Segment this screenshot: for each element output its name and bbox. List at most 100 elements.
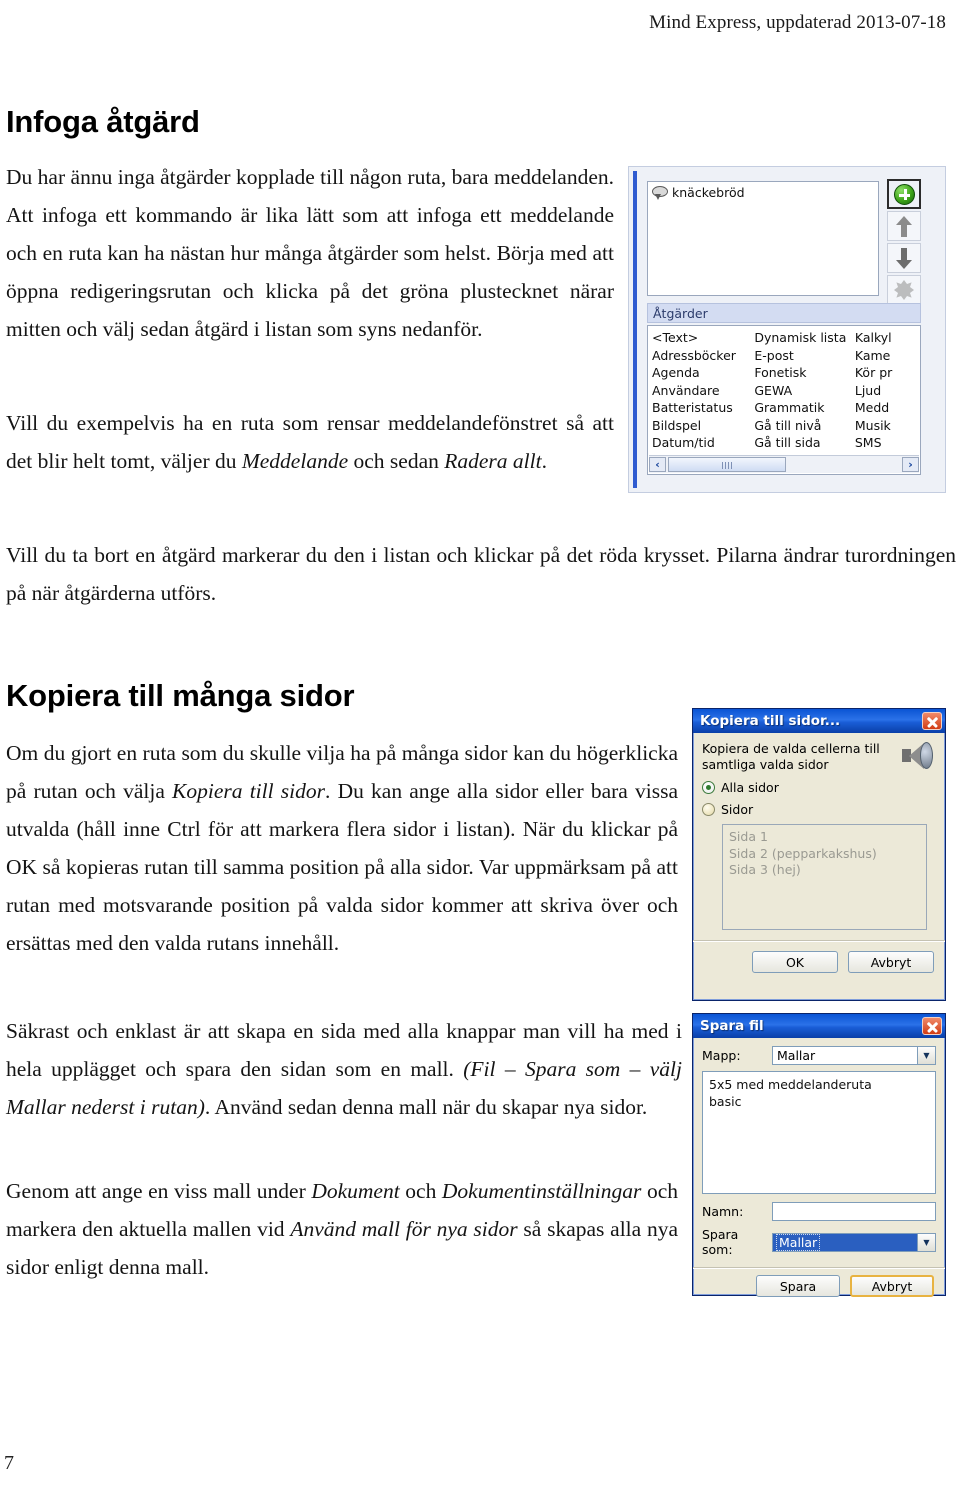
- add-action-button[interactable]: [887, 179, 921, 209]
- action-item[interactable]: Agenda: [652, 364, 754, 382]
- page-number: 7: [4, 1452, 14, 1474]
- name-label: Namn:: [702, 1204, 744, 1219]
- list-item[interactable]: Sida 2 (pepparkakshus): [729, 846, 920, 863]
- paragraph-template-wrap: Säkrast och enklast är att skapa en sida…: [6, 1012, 682, 1126]
- save-as-combobox[interactable]: Mallar ▼: [772, 1232, 936, 1252]
- paragraph-document-settings: Genom att ange en viss mall under Dokume…: [6, 1172, 678, 1286]
- radio-some-pages-label: Sidor: [721, 802, 754, 817]
- folder-combobox[interactable]: Mallar ▼: [772, 1046, 936, 1065]
- horizontal-scrollbar[interactable]: ‹ ›: [649, 455, 919, 473]
- radio-all-pages[interactable]: Alla sidor: [702, 780, 936, 795]
- action-item[interactable]: SMS: [855, 434, 920, 452]
- heading-kopiera-till-manga-sidor: Kopiera till många sidor: [6, 678, 355, 713]
- divider: [693, 940, 945, 942]
- cancel-button-label: Avbryt: [871, 1278, 913, 1294]
- action-item[interactable]: Adressböcker: [652, 347, 754, 365]
- actions-listbox[interactable]: <Text> Adressböcker Agenda Användare Bat…: [647, 325, 921, 475]
- list-item[interactable]: 5x5 med meddelanderuta: [709, 1076, 929, 1093]
- screenshot-actions-panel: knäckebröd Åtgärder <Text> Adressböcker …: [628, 166, 946, 493]
- p6-italic-anvand-mall: Använd mall för nya sidor: [290, 1217, 518, 1241]
- action-item[interactable]: Datum/tid: [652, 434, 754, 452]
- paragraph-copy-wrap: Om du gjort en ruta som du skulle vilja …: [6, 734, 678, 962]
- list-item[interactable]: Sida 1: [729, 829, 920, 846]
- ok-button[interactable]: OK: [752, 951, 838, 973]
- cancel-button[interactable]: Avbryt: [850, 1275, 934, 1297]
- action-item[interactable]: Musik: [855, 417, 920, 435]
- actions-column-2: Dynamisk lista E-post Fonetisk GEWA Gram…: [754, 329, 855, 452]
- close-icon[interactable]: [922, 712, 942, 730]
- delete-action-button[interactable]: [887, 275, 921, 305]
- action-item[interactable]: Bildspel: [652, 417, 754, 435]
- dialog-spara-fil: Spara fil Mapp: Mallar ▼ 5x5 med meddela…: [692, 1013, 946, 1297]
- paragraph-remove-action: Vill du ta bort en åtgärd markerar du de…: [6, 543, 956, 605]
- message-listbox[interactable]: knäckebröd: [647, 181, 879, 296]
- p2-part-c: .: [541, 449, 547, 473]
- p6-italic-dokumentinstallningar: Dokumentinställningar: [441, 1179, 642, 1203]
- paragraph-example-wrap: Vill du exempelvis ha en ruta som rensar…: [6, 404, 614, 480]
- running-header: Mind Express, uppdaterad 2013-07-18: [0, 0, 960, 46]
- action-item[interactable]: Kalkyl: [855, 329, 920, 347]
- dialog-kopiera-till-sidor: Kopiera till sidor... Kopiera de valda c…: [692, 708, 946, 1001]
- radio-button-unselected-icon[interactable]: [702, 803, 715, 816]
- action-item[interactable]: Kame: [855, 347, 920, 365]
- save-as-label: Spara som:: [702, 1227, 739, 1257]
- scroll-right-arrow-icon[interactable]: ›: [902, 457, 919, 472]
- chevron-down-icon[interactable]: ▼: [917, 1233, 935, 1251]
- action-item[interactable]: <Text>: [652, 329, 754, 347]
- paragraph-document-settings-wrap: Genom att ange en viss mall under Dokume…: [6, 1172, 678, 1286]
- action-item[interactable]: Gå till sida: [754, 434, 855, 452]
- list-item[interactable]: knäckebröd: [648, 182, 878, 200]
- speaker-icon: [900, 741, 934, 771]
- heading-infoga-atgard-wrap: Infoga åtgärd: [6, 104, 626, 140]
- action-item[interactable]: GEWA: [754, 382, 855, 400]
- actions-group-header-label: Åtgärder: [653, 305, 708, 321]
- file-listbox[interactable]: 5x5 med meddelanderuta basic: [702, 1071, 936, 1194]
- cancel-button[interactable]: Avbryt: [848, 951, 934, 973]
- chevron-down-icon[interactable]: ▼: [917, 1047, 935, 1064]
- action-item[interactable]: Grammatik: [754, 399, 855, 417]
- action-item[interactable]: E-post: [754, 347, 855, 365]
- save-button-label: Spara: [779, 1278, 817, 1294]
- radio-button-selected-icon[interactable]: [702, 781, 715, 794]
- scrollbar-track[interactable]: [666, 457, 902, 472]
- action-item[interactable]: Ljud: [855, 382, 920, 400]
- paragraph-example: Vill du exempelvis ha en ruta som rensar…: [6, 404, 614, 480]
- action-item[interactable]: Kör pr: [855, 364, 920, 382]
- save-button[interactable]: Spara: [756, 1275, 840, 1297]
- p2-part-b: och sedan: [348, 449, 445, 473]
- close-icon[interactable]: [922, 1017, 942, 1035]
- speech-bubble-icon: [652, 185, 669, 200]
- ok-button-label: OK: [785, 954, 805, 970]
- radio-all-pages-label: Alla sidor: [721, 780, 779, 795]
- paragraph-remove-action-wrap: Vill du ta bort en åtgärd markerar du de…: [6, 536, 956, 612]
- page-listbox[interactable]: Sida 1 Sida 2 (pepparkakshus) Sida 3 (he…: [722, 824, 927, 930]
- dialog-description: Kopiera de valda cellerna till samtliga …: [702, 741, 880, 772]
- p5-part-b: . Använd sedan denna mall när du skapar …: [204, 1095, 648, 1119]
- dialog-titlebar: Spara fil: [693, 1014, 945, 1038]
- document-page: Mind Express, uppdaterad 2013-07-18 Info…: [0, 0, 960, 1499]
- list-item[interactable]: Sida 3 (hej): [729, 862, 920, 879]
- p2-italic-radera-allt: Radera allt: [444, 449, 542, 473]
- folder-label: Mapp:: [702, 1048, 741, 1063]
- action-item[interactable]: Batteristatus: [652, 399, 754, 417]
- action-item[interactable]: Dynamisk lista: [754, 329, 855, 347]
- action-item[interactable]: Gå till nivå: [754, 417, 855, 435]
- panel-accent-bar: [633, 171, 637, 488]
- running-header-text: Mind Express, uppdaterad 2013-07-18: [649, 12, 946, 33]
- heading-infoga-atgard: Infoga åtgärd: [6, 104, 200, 139]
- list-item[interactable]: basic: [709, 1093, 929, 1110]
- action-item[interactable]: Användare: [652, 382, 754, 400]
- move-up-button[interactable]: [887, 211, 921, 241]
- radio-some-pages[interactable]: Sidor: [702, 802, 936, 817]
- scroll-left-arrow-icon[interactable]: ‹: [649, 457, 666, 472]
- actions-column-1: <Text> Adressböcker Agenda Användare Bat…: [652, 329, 754, 452]
- action-item[interactable]: Medd: [855, 399, 920, 417]
- move-down-button[interactable]: [887, 243, 921, 273]
- paragraph-template: Säkrast och enklast är att skapa en sida…: [6, 1012, 682, 1126]
- name-input[interactable]: [772, 1202, 936, 1221]
- list-item-label: knäckebröd: [672, 185, 745, 200]
- action-item[interactable]: Fonetisk: [754, 364, 855, 382]
- red-cross-icon: [894, 280, 914, 300]
- scrollbar-thumb[interactable]: [668, 457, 786, 472]
- arrow-down-icon: [896, 247, 912, 269]
